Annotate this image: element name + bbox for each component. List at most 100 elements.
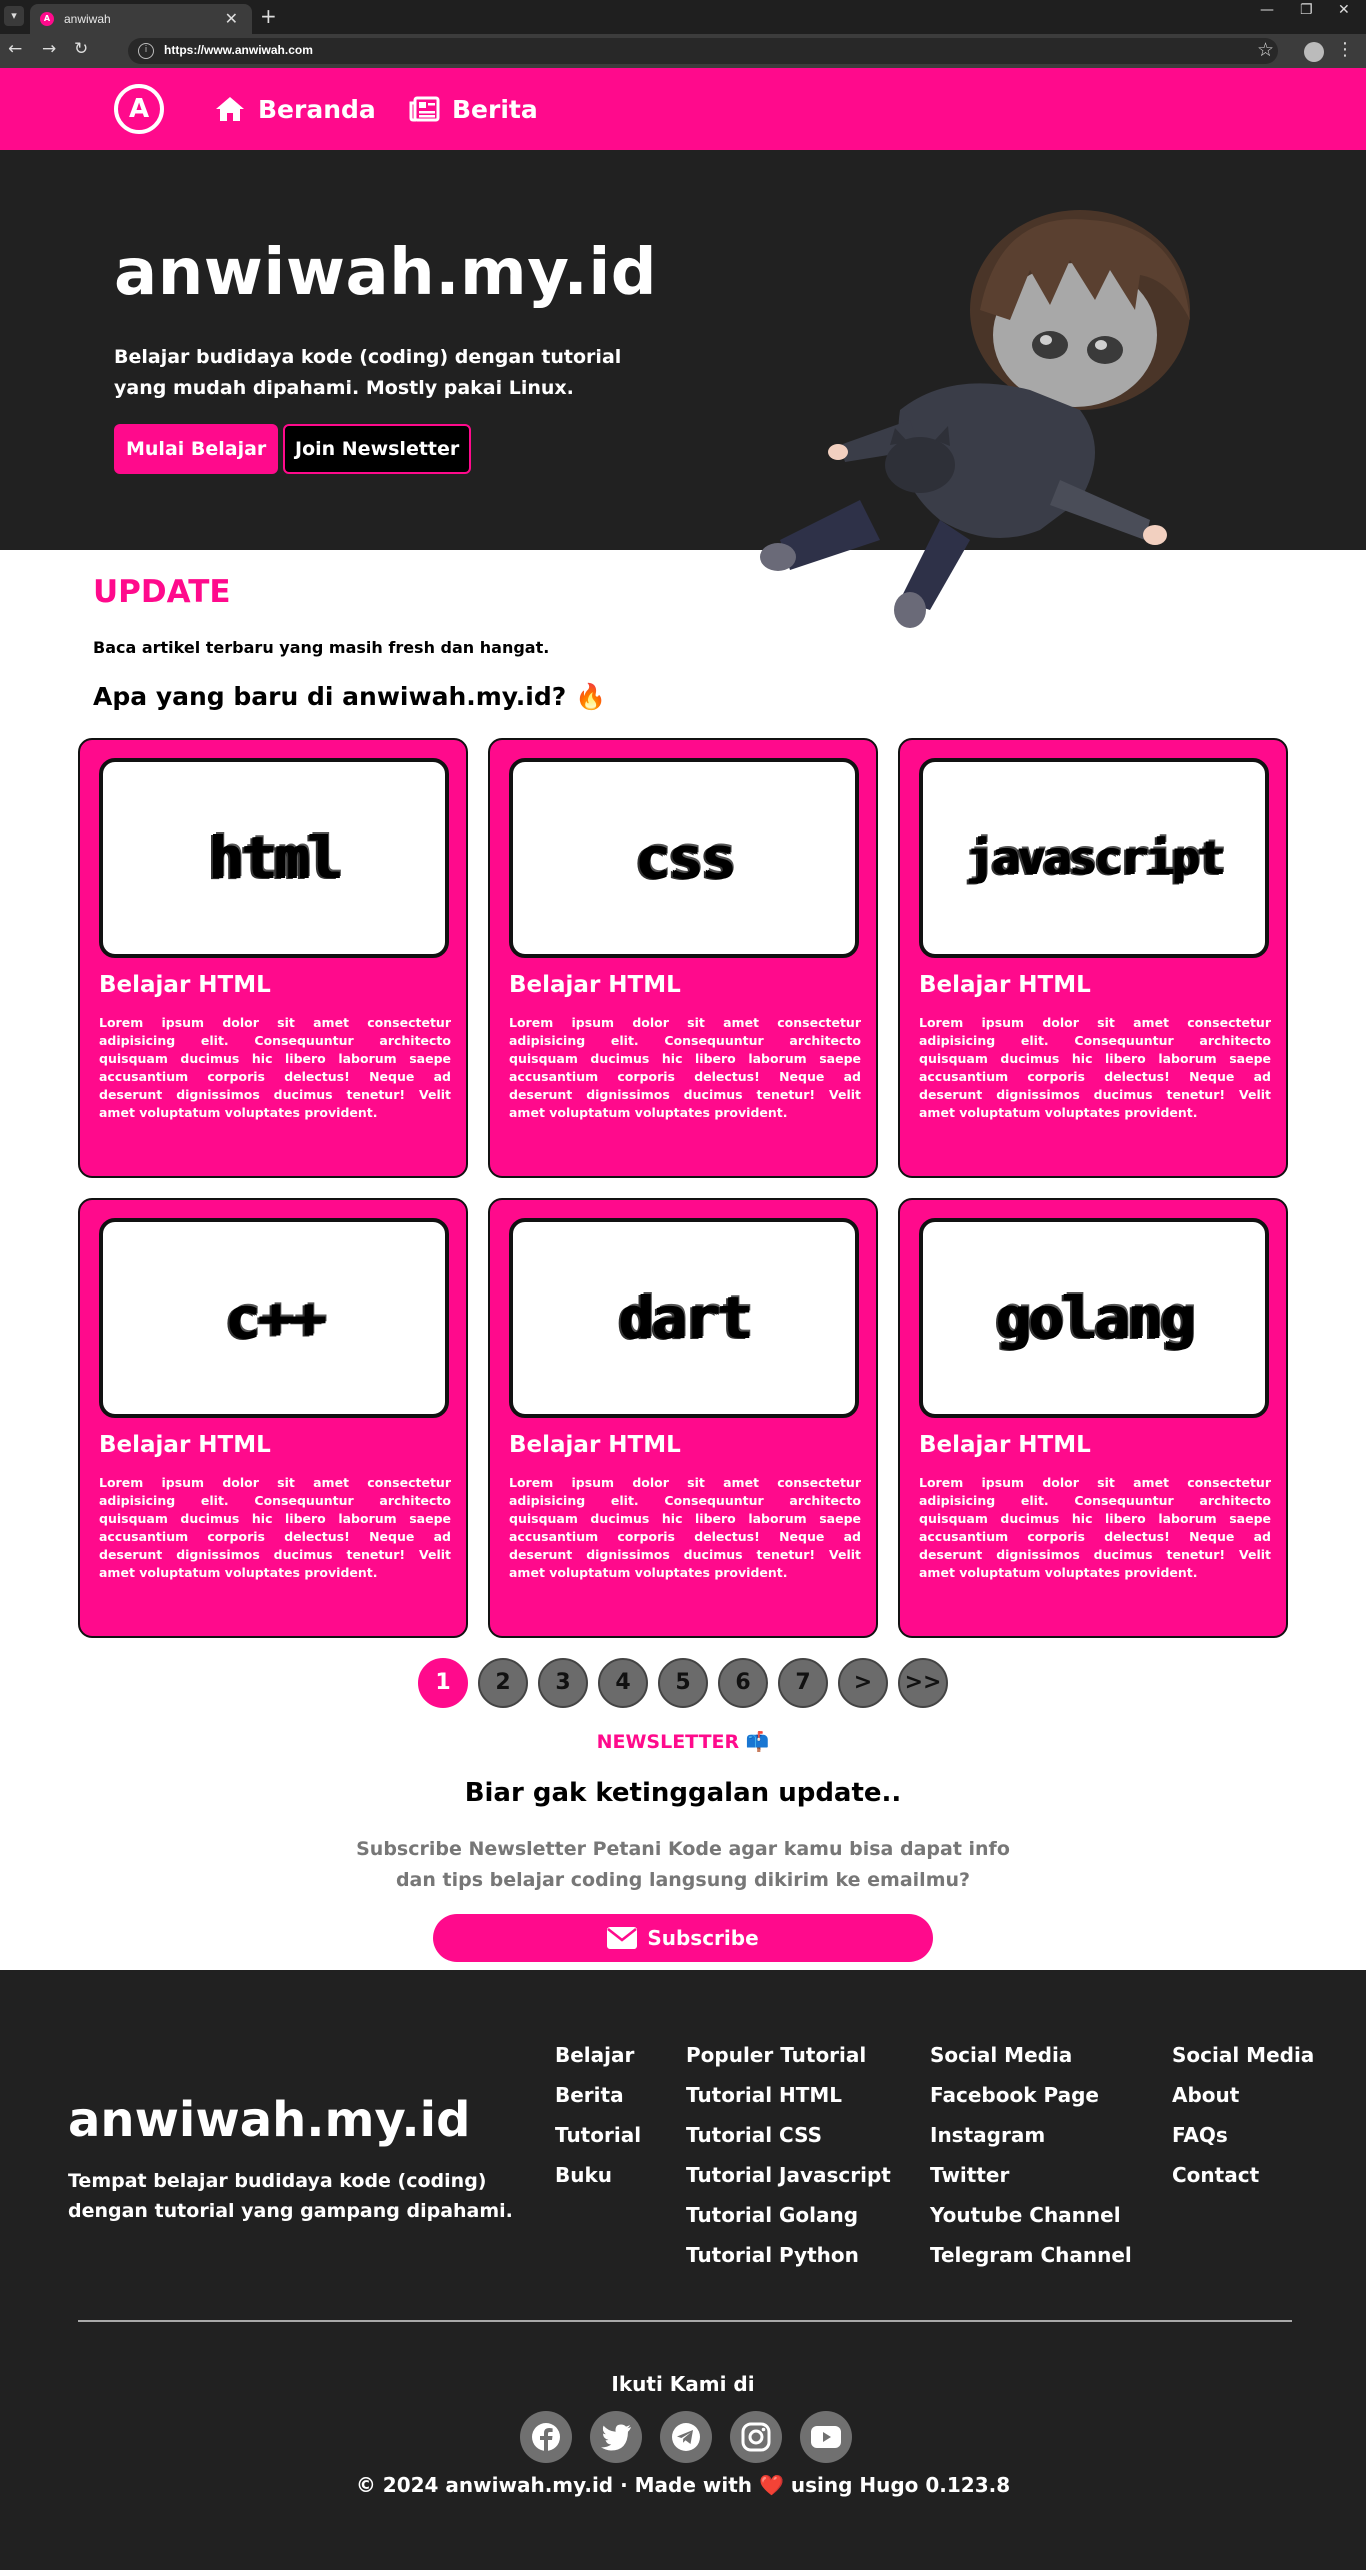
card-thumbnail: dart <box>509 1218 859 1418</box>
footer-column-heading[interactable]: Populer Tutorial <box>686 2040 891 2080</box>
telegram-icon[interactable] <box>660 2411 712 2463</box>
footer-link[interactable]: Tutorial Python <box>686 2240 891 2280</box>
card-title[interactable]: Belajar HTML <box>99 972 271 998</box>
footer-link[interactable]: Tutorial <box>555 2120 641 2160</box>
card-excerpt: Lorem ipsum dolor sit amet consectetur a… <box>509 1015 861 1120</box>
card-title[interactable]: Belajar HTML <box>99 1432 271 1458</box>
footer-column-2: Populer Tutorial Tutorial HTML Tutorial … <box>686 2040 891 2280</box>
bookmark-star-icon[interactable]: ☆ <box>1257 39 1274 61</box>
card-thumbnail: javascript <box>919 758 1269 958</box>
copyright-text: © 2024 anwiwah.my.id · Made with ❤️ usin… <box>355 2473 1011 2497</box>
site-navbar: A Beranda Berita <box>0 68 1366 150</box>
footer-divider <box>78 2320 1292 2322</box>
article-card[interactable]: css Belajar HTML Lorem ipsum dolor sit a… <box>488 738 878 1178</box>
footer-column-4: Social Media About FAQs Contact <box>1172 2040 1314 2200</box>
footer-link[interactable]: Belajar <box>555 2040 641 2080</box>
start-learning-button[interactable]: Mulai Belajar <box>114 424 279 474</box>
footer-link[interactable]: Tutorial HTML <box>686 2080 891 2120</box>
footer-link[interactable]: Berita <box>555 2080 641 2120</box>
facebook-icon[interactable] <box>520 2411 572 2463</box>
footer-title: anwiwah.my.id <box>68 2092 471 2148</box>
card-thumbnail: golang <box>919 1218 1269 1418</box>
tab-search-button[interactable]: ▾ <box>4 6 24 26</box>
card-title[interactable]: Belajar HTML <box>919 1432 1091 1458</box>
footer-link[interactable]: Telegram Channel <box>930 2240 1132 2280</box>
nav-link-label: Beranda <box>258 94 376 124</box>
article-card[interactable]: golang Belajar HTML Lorem ipsum dolor si… <box>898 1198 1288 1638</box>
page-button-4[interactable]: 4 <box>598 1658 648 1708</box>
follow-us-label: Ikuti Kami di <box>611 2372 755 2396</box>
footer-link[interactable]: Tutorial Javascript <box>686 2160 891 2200</box>
forward-icon[interactable]: → <box>42 39 56 59</box>
page-button-2[interactable]: 2 <box>478 1658 528 1708</box>
card-thumbnail: html <box>99 758 449 958</box>
back-icon[interactable]: ← <box>8 39 22 59</box>
thumb-text: dart <box>618 1284 752 1352</box>
page-button-5[interactable]: 5 <box>658 1658 708 1708</box>
card-thumbnail: css <box>509 758 859 958</box>
thumb-text: golang <box>995 1284 1195 1352</box>
page-button-7[interactable]: 7 <box>778 1658 828 1708</box>
site-logo[interactable]: A <box>114 84 164 134</box>
site-info-icon[interactable]: i <box>138 43 154 59</box>
update-heading: UPDATE <box>93 574 231 610</box>
footer-link[interactable]: FAQs <box>1172 2120 1314 2160</box>
restore-icon[interactable]: ❐ <box>1300 2 1313 18</box>
browser-tab[interactable]: A anwiwah ✕ <box>30 4 252 34</box>
envelope-icon <box>607 1927 638 1949</box>
card-title[interactable]: Belajar HTML <box>919 972 1091 998</box>
reload-icon[interactable]: ↻ <box>74 39 88 59</box>
article-card[interactable]: javascript Belajar HTML Lorem ipsum dolo… <box>898 738 1288 1178</box>
page-button-1[interactable]: 1 <box>418 1658 468 1708</box>
article-card[interactable]: dart Belajar HTML Lorem ipsum dolor sit … <box>488 1198 878 1638</box>
footer-link[interactable]: Youtube Channel <box>930 2200 1132 2240</box>
twitter-icon[interactable] <box>590 2411 642 2463</box>
join-newsletter-button[interactable]: Join Newsletter <box>283 424 472 474</box>
tab-title: anwiwah <box>64 12 111 26</box>
address-bar[interactable]: i https://www.anwiwah.com ☆ <box>128 38 1278 64</box>
home-icon <box>216 97 244 121</box>
thumb-text: c++ <box>224 1284 326 1352</box>
card-excerpt: Lorem ipsum dolor sit amet consectetur a… <box>509 1475 861 1580</box>
footer-column-heading[interactable]: Social Media <box>1172 2040 1314 2080</box>
footer-link[interactable]: Tutorial CSS <box>686 2120 891 2160</box>
footer-link[interactable]: Facebook Page <box>930 2080 1132 2120</box>
footer-link[interactable]: About <box>1172 2080 1314 2120</box>
url-text[interactable]: https://www.anwiwah.com <box>164 43 313 57</box>
card-title[interactable]: Belajar HTML <box>509 972 681 998</box>
article-card[interactable]: html Belajar HTML Lorem ipsum dolor sit … <box>78 738 468 1178</box>
instagram-icon[interactable] <box>730 2411 782 2463</box>
article-card[interactable]: c++ Belajar HTML Lorem ipsum dolor sit a… <box>78 1198 468 1638</box>
nav-link-berita[interactable]: Berita <box>408 92 538 126</box>
profile-avatar-icon[interactable] <box>1304 42 1324 62</box>
newsletter-label: NEWSLETTER 📫 <box>596 1731 770 1753</box>
page-next-button[interactable]: > <box>838 1658 888 1708</box>
window-close-icon[interactable]: ✕ <box>1338 2 1350 18</box>
minimize-icon[interactable]: — <box>1260 2 1274 18</box>
nav-link-beranda[interactable]: Beranda <box>214 92 376 126</box>
site-footer: anwiwah.my.id Tempat belajar budidaya ko… <box>0 1970 1366 2570</box>
youtube-icon[interactable] <box>800 2411 852 2463</box>
update-question: Apa yang baru di anwiwah.my.id? 🔥 <box>93 682 607 711</box>
footer-link[interactable]: Buku <box>555 2160 641 2200</box>
footer-link[interactable]: Tutorial Golang <box>686 2200 891 2240</box>
card-excerpt: Lorem ipsum dolor sit amet consectetur a… <box>919 1015 1271 1120</box>
page-button-6[interactable]: 6 <box>718 1658 768 1708</box>
tab-close-icon[interactable]: ✕ <box>225 9 238 28</box>
footer-link[interactable]: Contact <box>1172 2160 1314 2200</box>
page-last-button[interactable]: >> <box>898 1658 948 1708</box>
page-button-3[interactable]: 3 <box>538 1658 588 1708</box>
subscribe-label: Subscribe <box>647 1926 759 1950</box>
footer-link[interactable]: Twitter <box>930 2160 1132 2200</box>
new-tab-icon[interactable]: + <box>260 4 277 28</box>
footer-column-heading[interactable]: Social Media <box>930 2040 1132 2080</box>
subscribe-button[interactable]: Subscribe <box>433 1914 933 1962</box>
footer-link[interactable]: Instagram <box>930 2120 1132 2160</box>
card-excerpt: Lorem ipsum dolor sit amet consectetur a… <box>99 1015 451 1120</box>
card-excerpt: Lorem ipsum dolor sit amet consectetur a… <box>99 1475 451 1580</box>
footer-description: Tempat belajar budidaya kode (coding) de… <box>68 2170 513 2222</box>
browser-menu-icon[interactable]: ⋮ <box>1336 39 1354 60</box>
nav-link-label: Berita <box>452 94 538 124</box>
card-title[interactable]: Belajar HTML <box>509 1432 681 1458</box>
thumb-text: css <box>634 824 736 892</box>
